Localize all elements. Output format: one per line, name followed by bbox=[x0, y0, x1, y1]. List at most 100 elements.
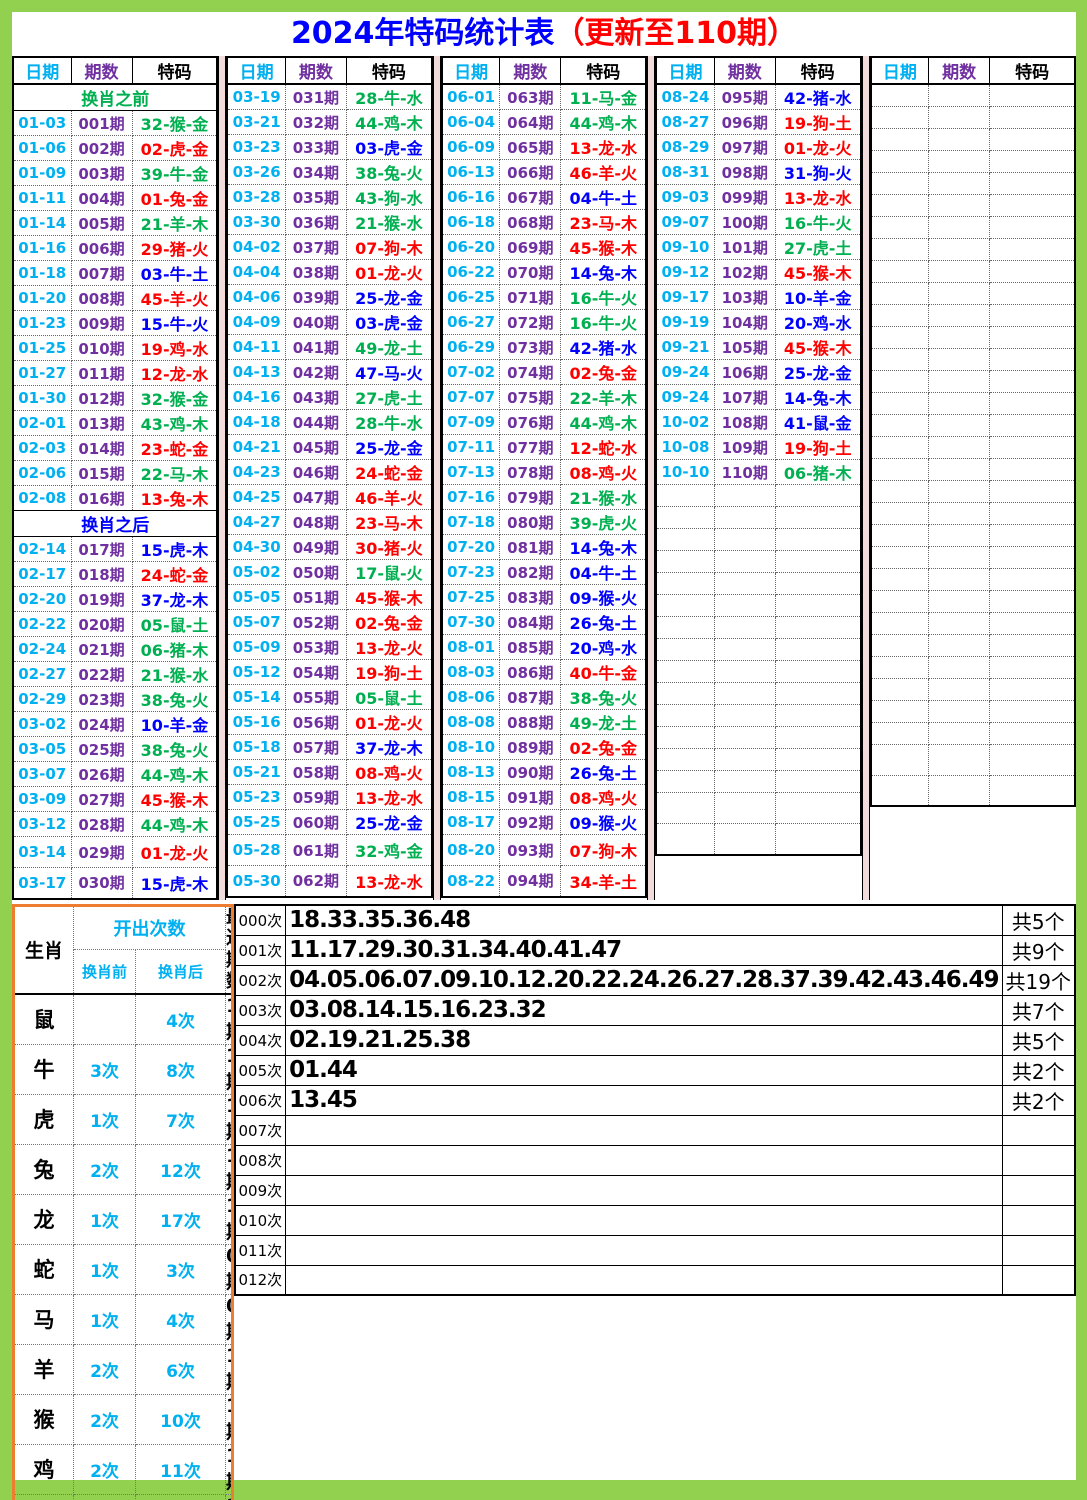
code-cell bbox=[774, 726, 862, 749]
code-cell bbox=[989, 105, 1076, 129]
period-cell: 101期 bbox=[713, 234, 776, 260]
date-cell bbox=[655, 770, 715, 793]
period-cell: 088期 bbox=[499, 709, 562, 735]
date-cell: 07-18 bbox=[441, 509, 501, 535]
count-label-cell: 007次 bbox=[233, 1114, 287, 1146]
code-cell bbox=[989, 633, 1076, 657]
period-cell: 061期 bbox=[284, 834, 347, 866]
period-cell: 027期 bbox=[70, 786, 133, 812]
period-cell: 064期 bbox=[499, 109, 562, 135]
period-cell bbox=[928, 149, 991, 173]
empty-row bbox=[870, 774, 1076, 807]
after-count-cell: 12次 bbox=[135, 1143, 226, 1195]
period-cell: 068期 bbox=[499, 209, 562, 235]
period-cell bbox=[928, 215, 991, 239]
result-row: 01-23 009期 15-牛-火 bbox=[12, 310, 218, 336]
code-cell: 16-牛-火 bbox=[560, 284, 647, 310]
section-label: 换肖之前 bbox=[12, 83, 218, 111]
date-cell: 05-28 bbox=[226, 834, 286, 866]
code-cell: 14-兔-木 bbox=[774, 384, 862, 410]
date-cell bbox=[870, 259, 930, 283]
numbers-list-cell bbox=[285, 1174, 1003, 1206]
result-row: 07-02 074期 02-兔-金 bbox=[441, 359, 647, 385]
period-cell: 079期 bbox=[499, 484, 562, 510]
code-cell: 32-猴-金 bbox=[131, 385, 218, 411]
result-row: 05-09 053期 13-龙-火 bbox=[226, 634, 433, 660]
period-cell bbox=[713, 823, 776, 855]
date-cell bbox=[870, 127, 930, 151]
period-cell bbox=[713, 616, 776, 639]
date-cell bbox=[870, 171, 930, 195]
period-cell: 011期 bbox=[70, 360, 133, 386]
date-cell bbox=[870, 699, 930, 723]
date-cell bbox=[655, 572, 715, 595]
period-header: 期数 bbox=[928, 56, 991, 85]
result-row: 08-22 094期 34-羊-土 bbox=[441, 865, 647, 897]
date-cell: 03-21 bbox=[226, 109, 286, 135]
count-stats-row: 000次 18.33.35.36.48 共5个 bbox=[233, 904, 1076, 936]
total-count-cell bbox=[1001, 1204, 1076, 1236]
draw-count-header: 开出次数 bbox=[73, 904, 226, 950]
period-cell bbox=[713, 792, 776, 824]
period-cell: 110期 bbox=[713, 459, 776, 485]
date-cell: 04-27 bbox=[226, 509, 286, 535]
result-row: 03-12 028期 44-鸡-木 bbox=[12, 811, 218, 837]
numbers-list-cell: 04.05.06.07.09.10.12.20.22.24.26.27.28.3… bbox=[285, 964, 1003, 996]
date-cell bbox=[870, 281, 930, 305]
period-cell: 070期 bbox=[499, 259, 562, 285]
empty-row bbox=[870, 501, 1076, 525]
period-cell: 091期 bbox=[499, 784, 562, 810]
period-cell bbox=[928, 743, 991, 776]
period-cell: 055期 bbox=[284, 684, 347, 710]
after-count-cell: 7次 bbox=[135, 1493, 226, 1500]
empty-row bbox=[655, 594, 862, 617]
zodiac-name-cell: 蛇 bbox=[13, 1243, 74, 1295]
date-cell: 08-24 bbox=[655, 83, 715, 110]
code-cell: 08-鸡-火 bbox=[560, 459, 647, 485]
period-cell bbox=[928, 193, 991, 217]
date-cell: 04-30 bbox=[226, 534, 286, 560]
date-cell: 09-24 bbox=[655, 384, 715, 410]
date-cell bbox=[870, 413, 930, 437]
period-cell bbox=[928, 391, 991, 415]
period-cell bbox=[713, 506, 776, 529]
date-cell bbox=[870, 523, 930, 547]
code-header: 特码 bbox=[989, 56, 1076, 85]
period-cell: 073期 bbox=[499, 334, 562, 360]
period-cell: 036期 bbox=[284, 209, 347, 235]
period-cell bbox=[713, 748, 776, 771]
date-cell bbox=[655, 638, 715, 661]
code-cell bbox=[989, 347, 1076, 371]
period-cell bbox=[713, 550, 776, 573]
date-cell: 01-09 bbox=[12, 160, 72, 186]
date-cell: 08-29 bbox=[655, 134, 715, 160]
before-change-header: 换肖前 bbox=[73, 948, 136, 995]
result-row: 06-04 064期 44-鸡-木 bbox=[441, 109, 647, 135]
result-row: 07-18 080期 39-虎-火 bbox=[441, 509, 647, 535]
count-stats-row: 003次 03.08.14.15.16.23.32 共7个 bbox=[233, 994, 1076, 1026]
date-cell bbox=[655, 616, 715, 639]
date-cell: 06-18 bbox=[441, 209, 501, 235]
period-cell: 067期 bbox=[499, 184, 562, 210]
code-header: 特码 bbox=[774, 56, 862, 85]
code-cell: 45-猴-木 bbox=[560, 234, 647, 260]
code-cell bbox=[989, 501, 1076, 525]
group-separator bbox=[218, 56, 227, 900]
period-cell: 085期 bbox=[499, 634, 562, 660]
numbers-list-cell bbox=[285, 1144, 1003, 1176]
result-row: 05-07 052期 02-兔-金 bbox=[226, 609, 433, 635]
period-cell: 086期 bbox=[499, 659, 562, 685]
date-cell: 05-30 bbox=[226, 865, 286, 897]
period-cell bbox=[928, 611, 991, 635]
period-cell bbox=[713, 572, 776, 595]
section-label: 换肖之后 bbox=[12, 510, 218, 537]
total-count-cell bbox=[1001, 1114, 1076, 1146]
period-cell bbox=[928, 171, 991, 195]
code-cell: 23-马-木 bbox=[560, 209, 647, 235]
period-cell bbox=[928, 303, 991, 327]
period-cell bbox=[928, 237, 991, 261]
code-cell: 44-鸡-木 bbox=[345, 109, 433, 135]
result-row: 02-01 013期 43-鸡-木 bbox=[12, 410, 218, 436]
code-cell: 21-猴-水 bbox=[345, 209, 433, 235]
page-title-main: 2024年特码统计表 bbox=[290, 16, 555, 51]
